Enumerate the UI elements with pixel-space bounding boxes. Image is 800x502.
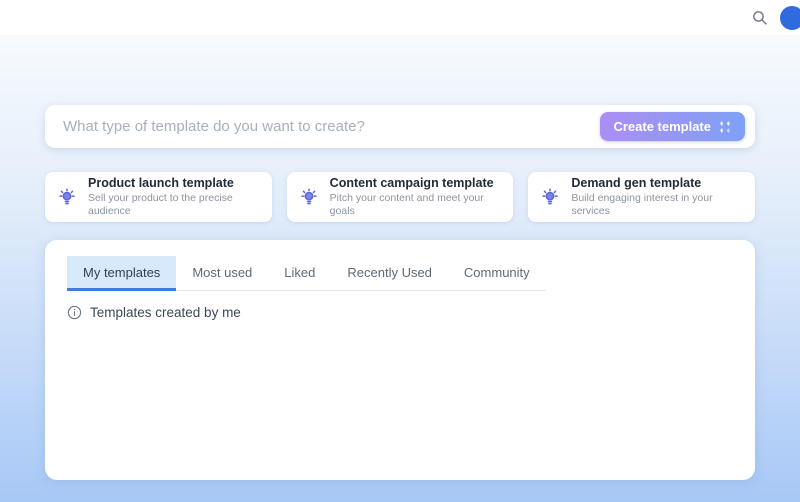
create-template-label: Create template (613, 119, 711, 134)
card-content-campaign-template[interactable]: Content campaign template Pitch your con… (287, 172, 514, 222)
card-text: Product launch template Sell your produc… (88, 175, 260, 219)
sparkles-icon (718, 120, 732, 134)
top-bar (0, 0, 800, 35)
tab-most-used[interactable]: Most used (176, 256, 268, 291)
lightbulb-icon (299, 187, 319, 207)
templates-panel: My templates Most used Liked Recently Us… (45, 240, 755, 480)
content-area: Create template (0, 35, 800, 502)
empty-state-row: Templates created by me (67, 305, 733, 320)
info-icon (67, 305, 82, 320)
lightbulb-icon (540, 187, 560, 207)
card-title: Content campaign template (330, 175, 502, 192)
page: Create template (0, 0, 800, 502)
card-subtitle: Build engaging interest in your services (571, 192, 743, 219)
tab-liked[interactable]: Liked (268, 256, 331, 291)
card-subtitle: Pitch your content and meet your goals (330, 192, 502, 219)
search-icon[interactable] (751, 9, 768, 26)
template-prompt-bar: Create template (45, 105, 755, 148)
tab-recently-used[interactable]: Recently Used (331, 256, 448, 291)
templates-tabs: My templates Most used Liked Recently Us… (67, 256, 546, 291)
empty-state-label: Templates created by me (90, 305, 241, 320)
template-prompt-input[interactable] (63, 118, 600, 135)
card-demand-gen-template[interactable]: Demand gen template Build engaging inter… (528, 172, 755, 222)
tab-community[interactable]: Community (448, 256, 546, 291)
card-subtitle: Sell your product to the precise audienc… (88, 192, 260, 219)
user-avatar[interactable] (780, 6, 800, 30)
card-text: Content campaign template Pitch your con… (330, 175, 502, 219)
lightbulb-icon (57, 187, 77, 207)
card-product-launch-template[interactable]: Product launch template Sell your produc… (45, 172, 272, 222)
card-title: Demand gen template (571, 175, 743, 192)
create-template-button[interactable]: Create template (600, 112, 745, 141)
template-suggestion-cards: Product launch template Sell your produc… (45, 172, 755, 222)
tab-my-templates[interactable]: My templates (67, 256, 176, 291)
card-title: Product launch template (88, 175, 260, 192)
card-text: Demand gen template Build engaging inter… (571, 175, 743, 219)
